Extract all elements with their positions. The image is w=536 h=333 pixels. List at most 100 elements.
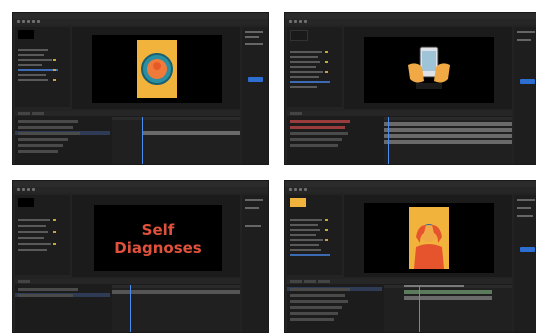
playhead[interactable] [142,117,143,164]
tool-icon[interactable] [294,188,297,191]
tool-icon[interactable] [289,188,292,191]
panel-row[interactable] [245,199,263,201]
comp-canvas[interactable] [364,203,494,273]
playhead[interactable] [130,285,131,332]
project-item[interactable] [290,224,318,226]
layer-track[interactable] [384,140,512,144]
layer-list[interactable] [15,285,110,332]
timeline-tracks[interactable] [384,117,512,164]
project-item[interactable] [290,66,316,68]
render-button[interactable] [520,79,535,84]
layer-row[interactable] [290,144,338,147]
project-item[interactable] [18,231,48,233]
layer-list[interactable] [287,117,382,164]
project-panel[interactable] [15,195,70,275]
layer-row[interactable] [290,294,345,297]
panel-row[interactable] [245,31,263,33]
tool-icon[interactable] [37,20,40,23]
comp-canvas[interactable]: Self Diagnoses [94,205,222,271]
layer-row[interactable] [18,144,63,147]
panel-row[interactable] [245,207,259,209]
layer-row[interactable] [290,300,348,303]
tab-comp[interactable] [304,280,316,283]
effects-panel[interactable] [514,195,536,332]
tool-icon[interactable] [27,20,30,23]
project-item[interactable] [18,79,48,81]
project-item[interactable] [290,86,317,88]
toolbar[interactable] [13,19,268,25]
composition-viewer[interactable]: Self Diagnoses [72,195,240,277]
project-item[interactable] [18,243,51,245]
layer-track[interactable] [384,122,512,126]
toolbar[interactable] [285,19,536,25]
panel-row[interactable] [517,31,535,33]
tool-icon[interactable] [304,188,307,191]
project-item[interactable] [290,71,323,73]
layer-row[interactable] [290,306,342,309]
timeline-panel[interactable] [15,111,240,164]
panel-row[interactable] [517,215,533,217]
layer-track[interactable] [404,290,492,294]
project-item[interactable] [290,51,322,53]
layer-row[interactable] [290,288,350,291]
time-ruler[interactable] [384,117,512,120]
panel-row[interactable] [245,225,261,227]
composition-viewer[interactable] [344,195,512,277]
project-panel[interactable] [287,27,342,107]
effects-panel[interactable] [242,27,268,164]
timeline-tabs[interactable] [287,279,512,284]
project-item[interactable] [290,61,320,63]
toolbar[interactable] [285,187,536,193]
tool-icon[interactable] [17,20,20,23]
layer-track[interactable] [112,290,240,294]
effects-panel[interactable] [242,195,268,332]
tool-icon[interactable] [27,188,30,191]
project-item[interactable] [290,239,323,241]
project-item[interactable] [290,234,316,236]
tool-icon[interactable] [32,20,35,23]
project-item-selected[interactable] [290,81,330,83]
layer-track[interactable] [142,131,240,135]
work-area-bar[interactable] [404,285,464,287]
comp-canvas[interactable] [364,37,494,103]
render-button[interactable] [248,77,263,82]
timeline-tabs[interactable] [15,111,240,116]
timeline-panel[interactable] [287,279,512,332]
timeline-tabs[interactable] [15,279,240,284]
project-item[interactable] [18,219,50,221]
effects-panel[interactable] [514,27,536,164]
tab-comp[interactable] [18,280,30,283]
tab-comp[interactable] [318,280,330,283]
time-ruler[interactable] [112,117,240,120]
layer-row[interactable] [18,126,73,129]
layer-track[interactable] [384,128,512,132]
timeline-tabs[interactable] [287,111,512,116]
tab-comp[interactable] [290,280,302,283]
layer-row[interactable] [18,288,78,291]
project-panel[interactable] [15,27,70,107]
project-item[interactable] [18,225,46,227]
project-item[interactable] [290,56,318,58]
project-item[interactable] [290,229,320,231]
project-item[interactable] [290,76,319,78]
layer-track[interactable] [404,296,492,300]
composition-viewer[interactable] [72,27,240,109]
project-item[interactable] [18,237,44,239]
panel-row[interactable] [245,43,263,45]
comp-canvas[interactable] [92,35,222,103]
project-item[interactable] [18,54,44,56]
tab-comp[interactable] [18,112,30,115]
project-item[interactable] [290,219,322,221]
layer-row[interactable] [290,126,345,129]
tool-icon[interactable] [22,188,25,191]
tab-comp[interactable] [290,112,302,115]
layer-row[interactable] [290,138,342,141]
layer-row[interactable] [290,132,348,135]
layer-row[interactable] [18,132,80,135]
panel-row[interactable] [517,39,531,41]
project-item[interactable] [18,74,46,76]
timeline-tracks[interactable] [112,285,240,332]
project-item-selected[interactable] [290,254,330,256]
project-item[interactable] [18,49,48,51]
layer-list[interactable] [15,117,110,164]
